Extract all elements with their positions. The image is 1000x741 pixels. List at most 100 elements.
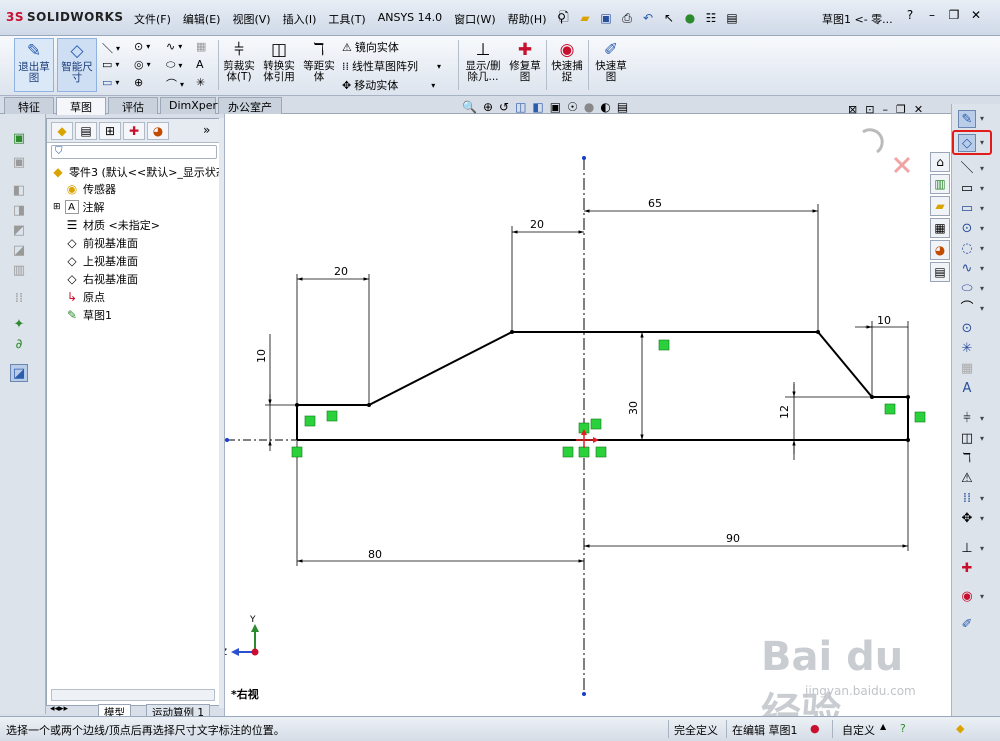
rectangle-tool[interactable]: ▭ ▾ <box>102 58 119 71</box>
grid-icon[interactable]: ▦ <box>958 360 976 378</box>
grid-tool[interactable]: ▦ <box>196 40 206 53</box>
display-style-icon[interactable]: ▣ <box>550 100 561 114</box>
close-icon[interactable]: ✕ <box>968 8 984 24</box>
vertical-relation-icon[interactable] <box>304 415 316 427</box>
relations-icon[interactable]: ⊥ <box>958 540 976 558</box>
custom-properties-icon[interactable]: ▤ <box>930 262 950 282</box>
appearances-icon[interactable]: ◕ <box>930 240 950 260</box>
fillet-feature-icon[interactable]: ▥ <box>10 262 28 280</box>
dimension-text[interactable]: 65 <box>648 197 662 210</box>
menu-file[interactable]: 文件(F) <box>128 9 177 29</box>
coincident-relation-icon[interactable] <box>291 446 303 458</box>
dimension-20-top[interactable]: 20 <box>511 218 584 331</box>
horizontal-relation-icon[interactable] <box>562 446 574 458</box>
show-delete-relations-button[interactable]: ⊥ 显示/删 除几... <box>462 38 504 92</box>
sketch-toggle-icon[interactable]: ✎ <box>958 110 976 128</box>
loft-icon[interactable]: ◩ <box>10 222 28 240</box>
dimension-10-left[interactable]: 10 <box>255 334 296 451</box>
circle-tool[interactable]: ⊙ ▾ <box>134 40 150 53</box>
centerline-endpoint[interactable] <box>225 438 229 442</box>
repair-sketch-button[interactable]: ✚ 修复草 图 <box>506 38 544 92</box>
tree-item-material[interactable]: ☰ 材质 <未指定> <box>65 216 160 234</box>
dimension-10-right[interactable]: 10 <box>855 314 909 396</box>
undo-icon[interactable]: ↶ <box>639 9 657 27</box>
menu-edit[interactable]: 编辑(E) <box>177 9 227 29</box>
quick-snaps-button[interactable]: ◉ 快速捕 捉 <box>548 38 586 92</box>
new-document-icon[interactable]: 🗋 <box>555 9 573 27</box>
view-palette-icon[interactable]: ▦ <box>930 218 950 238</box>
fillet-tool[interactable]: ⌒ ▾ <box>166 76 184 92</box>
tree-item-sketch1[interactable]: ✎ 草图1 <box>65 306 112 324</box>
property-manager-tab-icon[interactable]: ▤ <box>75 122 97 140</box>
tree-item-top-plane[interactable]: ◇ 上视基准面 <box>65 252 138 270</box>
horizontal-relation-icon[interactable] <box>658 339 670 351</box>
rapid-sketch-button[interactable]: ✐ 快速草 图 <box>592 38 630 92</box>
trim-icon[interactable]: ⫩ <box>958 410 976 428</box>
dimension-65[interactable]: 65 <box>584 197 819 331</box>
units-selector[interactable]: 自定义 <box>842 722 875 738</box>
dimxpert-tab-icon[interactable]: ✚ <box>123 122 145 140</box>
reference-geometry-icon[interactable]: ✦ <box>10 316 28 334</box>
tab-features[interactable]: 特征 <box>4 97 54 114</box>
revolve-icon[interactable]: ◧ <box>10 182 28 200</box>
dimension-text[interactable]: 90 <box>726 532 740 545</box>
graphics-area[interactable]: 20 65 20 10 10 30 12 80 90 Y *右视 Bai du … <box>221 114 952 736</box>
centerline-endpoint[interactable] <box>582 156 586 160</box>
help-icon[interactable]: ? <box>902 8 918 24</box>
design-library-icon[interactable]: ▥ <box>930 174 950 194</box>
slot-icon[interactable]: ▭ <box>958 200 976 218</box>
linear-pattern-button[interactable]: ⁞⁞ 线性草图阵列 ▾ <box>342 58 441 74</box>
mirror-entities-button[interactable]: ⚠ 镜向实体 <box>342 39 399 55</box>
units-up-arrow-icon[interactable]: ▲ <box>880 722 886 731</box>
dimension-text[interactable]: 12 <box>778 405 791 419</box>
tab-evaluate[interactable]: 评估 <box>108 97 158 114</box>
menu-insert[interactable]: 插入(I) <box>277 9 323 29</box>
viewport-collapse-icon[interactable]: ⊠ <box>848 103 857 116</box>
tree-root-part[interactable]: ◆ 零件3 (默认<<默认>_显示状态 <box>51 163 227 181</box>
slot-tool[interactable]: ▭ ▾ <box>102 76 119 89</box>
menu-tools[interactable]: 工具(T) <box>322 9 371 29</box>
sweep-icon[interactable]: ◨ <box>10 202 28 220</box>
expand-plus-icon[interactable]: ⊞ <box>53 202 61 212</box>
menu-window[interactable]: 窗口(W) <box>448 9 501 29</box>
viewport-expand-icon[interactable]: ⊡ <box>865 103 874 116</box>
dimension-text[interactable]: 30 <box>627 401 640 415</box>
mirror-icon[interactable]: ⚠ <box>958 470 976 488</box>
save-icon[interactable]: ▣ <box>597 9 615 27</box>
repair-icon[interactable]: ✚ <box>958 560 976 578</box>
menu-view[interactable]: 视图(V) <box>226 9 276 29</box>
tab-dimxpert[interactable]: DimXpert <box>160 97 221 114</box>
display-manager-tab-icon[interactable]: ◕ <box>147 122 169 140</box>
curves-icon[interactable]: ∂ <box>10 336 28 354</box>
text-tool[interactable]: A <box>196 58 204 71</box>
move-entities-button[interactable]: ✥ 移动实体 ▾ <box>342 77 435 93</box>
tree-item-sensors[interactable]: ◉ 传感器 <box>65 180 116 198</box>
horizontal-relation-icon[interactable] <box>326 410 338 422</box>
offset-entities-button[interactable]: ℸ 等距实 体 <box>300 38 338 92</box>
open-folder-icon[interactable]: ▰ <box>576 9 594 27</box>
polygon-icon[interactable]: ⊙ <box>958 320 976 338</box>
rapid-sketch-icon[interactable]: ✐ <box>958 616 976 634</box>
dimension-text[interactable]: 10 <box>877 314 891 327</box>
instant3d-icon[interactable]: ◪ <box>10 364 28 382</box>
previous-view-icon[interactable]: ↺ <box>499 100 509 114</box>
rectangle-icon[interactable]: ▭ <box>958 180 976 198</box>
dimension-12[interactable]: 12 <box>778 382 871 460</box>
trim-entities-button[interactable]: ⫩ 剪裁实 体(T) <box>220 38 258 92</box>
pattern-icon[interactable]: ⁞⁞ <box>10 290 28 308</box>
help-status-icon[interactable]: ? <box>900 722 906 735</box>
rebuild-icon[interactable]: ● <box>681 9 699 27</box>
viewport-minimize-icon[interactable]: – <box>882 103 888 116</box>
point-tool[interactable]: ⊕ <box>134 76 143 89</box>
tab-nav-arrows-icon[interactable]: ◂◂▸▸ <box>50 704 68 714</box>
tree-item-origin[interactable]: ↳ 原点 <box>65 288 105 306</box>
file-properties-icon[interactable]: ▤ <box>723 9 741 27</box>
tips-icon[interactable]: ◆ <box>956 722 964 735</box>
dimension-20-left[interactable]: 20 <box>296 265 370 404</box>
select-arrow-icon[interactable]: ↖ <box>660 9 678 27</box>
zoom-to-fit-icon[interactable]: 🔍 <box>462 100 477 114</box>
tree-item-annotations[interactable]: ⊞ A 注解 <box>53 198 105 216</box>
sketch-icon[interactable]: ▣ <box>10 130 28 148</box>
print-icon[interactable]: ⎙ <box>618 9 636 27</box>
edit-appearance-icon[interactable]: ● <box>584 100 594 114</box>
